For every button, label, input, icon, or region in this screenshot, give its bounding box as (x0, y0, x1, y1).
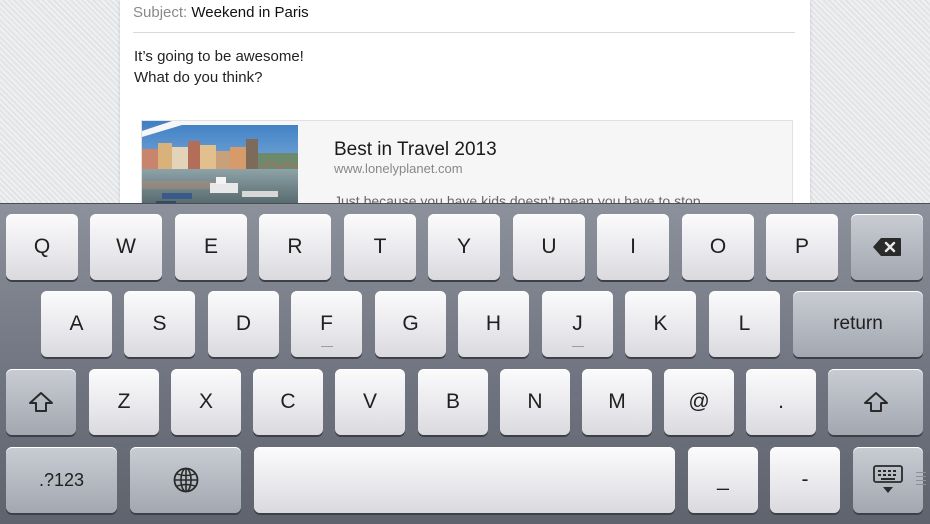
key-l[interactable]: L (709, 291, 780, 357)
key-label: J (572, 312, 583, 335)
key-label: D (235, 312, 252, 335)
key-v[interactable]: V (335, 369, 405, 435)
key-i[interactable]: I (597, 214, 669, 280)
return-key[interactable]: return (793, 291, 923, 357)
key-label: W (116, 235, 136, 258)
shift-arrow-icon (863, 391, 889, 413)
key-label: X (198, 390, 213, 413)
key-k[interactable]: K (625, 291, 696, 357)
key-label: I (630, 235, 636, 258)
key-label: . (778, 390, 784, 413)
shift-key-right[interactable] (828, 369, 923, 435)
subject-field[interactable]: Subject: Weekend in Paris (133, 4, 795, 33)
key-label: - (801, 468, 809, 491)
key-label: C (280, 390, 296, 413)
key-m[interactable]: M (582, 369, 652, 435)
body-line-1: It’s going to be awesome! (134, 48, 304, 65)
key-x[interactable]: X (171, 369, 241, 435)
key-label: T (373, 235, 387, 258)
key-label: @ (688, 390, 710, 413)
key-label: Z (117, 390, 131, 413)
shift-key-left[interactable] (6, 369, 76, 435)
globe-icon (172, 466, 200, 494)
numbers-key[interactable]: .?123 (6, 447, 117, 513)
subject-label: Subject: (133, 4, 188, 21)
key-b[interactable]: B (418, 369, 488, 435)
key-label: _ (717, 468, 729, 491)
key-j[interactable]: J (542, 291, 613, 357)
key-q[interactable]: Q (6, 214, 78, 280)
key-p[interactable]: P (766, 214, 838, 280)
key-label: L (738, 312, 751, 335)
key-label: G (402, 312, 419, 335)
key-label: S (152, 312, 167, 335)
key-dash[interactable]: - (770, 447, 840, 513)
key-s[interactable]: S (124, 291, 195, 357)
key-e[interactable]: E (175, 214, 247, 280)
key-label: R (287, 235, 303, 258)
key-label: H (485, 312, 502, 335)
delete-key[interactable] (851, 214, 923, 280)
key-at[interactable]: @ (664, 369, 734, 435)
key-z[interactable]: Z (89, 369, 159, 435)
key-u[interactable]: U (513, 214, 585, 280)
key-o[interactable]: O (682, 214, 754, 280)
key-y[interactable]: Y (428, 214, 500, 280)
key-label: Q (33, 235, 51, 258)
globe-key[interactable] (130, 447, 241, 513)
key-period[interactable]: . (746, 369, 816, 435)
key-label: Y (456, 235, 471, 258)
key-r[interactable]: R (259, 214, 331, 280)
email-compose-sheet: Subject: Weekend in Paris It’s going to … (120, 0, 810, 212)
key-label: .?123 (38, 469, 85, 490)
key-t[interactable]: T (344, 214, 416, 280)
key-g[interactable]: G (375, 291, 446, 357)
key-label: A (69, 312, 84, 335)
keyboard-split-handle[interactable] (916, 472, 926, 488)
key-label: K (653, 312, 668, 335)
email-body[interactable]: It’s going to be awesome! What do you th… (134, 46, 304, 88)
key-label: F (320, 312, 333, 335)
key-label: N (527, 390, 543, 413)
link-url: www.lonelyplanet.com (334, 161, 463, 176)
subject-value: Weekend in Paris (191, 4, 309, 21)
link-title: Best in Travel 2013 (334, 139, 497, 160)
key-label: return (833, 313, 883, 334)
key-a[interactable]: A (41, 291, 112, 357)
home-row-bump (320, 346, 333, 347)
key-label: B (445, 390, 460, 413)
body-line-2: What do you think? (134, 69, 263, 86)
key-underscore[interactable]: _ (688, 447, 758, 513)
key-d[interactable]: D (208, 291, 279, 357)
dismiss-keyboard-key[interactable] (853, 447, 923, 513)
key-c[interactable]: C (253, 369, 323, 435)
keyboard-dismiss-icon (872, 464, 904, 496)
link-thumbnail-image (142, 121, 298, 209)
key-w[interactable]: W (90, 214, 162, 280)
key-h[interactable]: H (458, 291, 529, 357)
link-preview-card[interactable]: Best in Travel 2013 www.lonelyplanet.com… (141, 120, 793, 212)
key-label: P (794, 235, 809, 258)
key-label: V (362, 390, 377, 413)
key-label: M (608, 390, 626, 413)
key-n[interactable]: N (500, 369, 570, 435)
onscreen-keyboard: Q W E R T Y U I O P A S D F G H J K L re… (0, 203, 930, 524)
key-label: U (541, 235, 557, 258)
shift-arrow-icon (28, 391, 54, 413)
backspace-icon (872, 237, 902, 257)
key-label: E (203, 235, 218, 258)
key-label: O (709, 235, 727, 258)
key-f[interactable]: F (291, 291, 362, 357)
home-row-bump (571, 346, 584, 347)
space-bar[interactable] (254, 447, 675, 513)
